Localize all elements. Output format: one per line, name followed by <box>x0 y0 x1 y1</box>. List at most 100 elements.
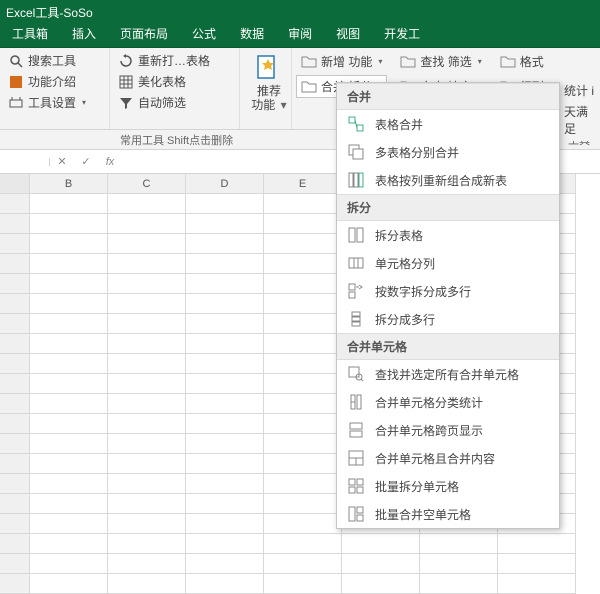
column-header[interactable]: E <box>264 174 342 194</box>
cell[interactable] <box>186 334 264 354</box>
cell[interactable] <box>108 314 186 334</box>
cell[interactable] <box>30 214 108 234</box>
cell[interactable] <box>108 574 186 594</box>
cell[interactable] <box>186 434 264 454</box>
cell[interactable] <box>30 534 108 554</box>
cell[interactable] <box>186 214 264 234</box>
cell[interactable] <box>108 514 186 534</box>
cell[interactable] <box>186 254 264 274</box>
row-header[interactable] <box>0 274 30 294</box>
find-filter-button[interactable]: 查找 筛选 ▾ <box>395 50 486 73</box>
cell[interactable] <box>30 554 108 574</box>
cell[interactable] <box>264 454 342 474</box>
tab-pagelayout[interactable]: 页面布局 <box>108 21 180 47</box>
cell[interactable] <box>186 414 264 434</box>
cell[interactable] <box>30 494 108 514</box>
tab-view[interactable]: 视图 <box>324 21 372 47</box>
select-all-corner[interactable] <box>0 174 30 194</box>
cell[interactable] <box>186 474 264 494</box>
cell[interactable] <box>108 394 186 414</box>
cell[interactable] <box>108 414 186 434</box>
cell[interactable] <box>108 434 186 454</box>
format-button[interactable]: 格式 <box>495 50 549 73</box>
reopen-table[interactable]: 重新打…表格 <box>116 50 233 71</box>
cell[interactable] <box>108 494 186 514</box>
cell[interactable] <box>186 514 264 534</box>
cell[interactable] <box>264 554 342 574</box>
menu-split-by-number[interactable]: 按数字拆分成多行 <box>337 277 559 305</box>
row-header[interactable] <box>0 394 30 414</box>
cell[interactable] <box>30 474 108 494</box>
cell[interactable] <box>108 454 186 474</box>
cell[interactable] <box>342 574 420 594</box>
cell[interactable] <box>108 214 186 234</box>
cell[interactable] <box>108 254 186 274</box>
cell[interactable] <box>264 474 342 494</box>
menu-recombine-columns[interactable]: 表格按列重新组合成新表 <box>337 166 559 194</box>
fx-button[interactable]: fx <box>98 156 122 168</box>
menu-batch-split[interactable]: 批量拆分单元格 <box>337 472 559 500</box>
row-header[interactable] <box>0 314 30 334</box>
auto-filter[interactable]: 自动筛选 <box>116 92 233 113</box>
row-header[interactable] <box>0 294 30 314</box>
menu-find-merged[interactable]: 查找并选定所有合并单元格 <box>337 360 559 388</box>
new-feature-button[interactable]: 新增 功能 ▾ <box>296 50 387 73</box>
cell[interactable] <box>186 294 264 314</box>
menu-batch-merge-empty[interactable]: 批量合并空单元格 <box>337 500 559 528</box>
cell[interactable] <box>498 534 576 554</box>
cell[interactable] <box>420 574 498 594</box>
tab-data[interactable]: 数据 <box>228 21 276 47</box>
cell[interactable] <box>264 534 342 554</box>
cell[interactable] <box>108 374 186 394</box>
column-header[interactable]: B <box>30 174 108 194</box>
cell[interactable] <box>30 454 108 474</box>
cancel-formula-button[interactable]: ✕ <box>50 155 74 168</box>
cell[interactable] <box>186 554 264 574</box>
cell[interactable] <box>186 454 264 474</box>
cell[interactable] <box>264 254 342 274</box>
menu-table-merge[interactable]: 表格合并 <box>337 110 559 138</box>
cell[interactable] <box>264 334 342 354</box>
row-header[interactable] <box>0 234 30 254</box>
cell[interactable] <box>498 574 576 594</box>
row-header[interactable] <box>0 574 30 594</box>
row-header[interactable] <box>0 454 30 474</box>
cell[interactable] <box>108 294 186 314</box>
row-header[interactable] <box>0 414 30 434</box>
cell[interactable] <box>186 314 264 334</box>
tab-insert[interactable]: 插入 <box>60 21 108 47</box>
menu-merge-with-content[interactable]: 合并单元格且合并内容 <box>337 444 559 472</box>
cell[interactable] <box>30 294 108 314</box>
row-header[interactable] <box>0 374 30 394</box>
cell[interactable] <box>108 274 186 294</box>
row-header[interactable] <box>0 194 30 214</box>
cell[interactable] <box>264 354 342 374</box>
cell[interactable] <box>108 554 186 574</box>
row-header[interactable] <box>0 354 30 374</box>
cell[interactable] <box>264 214 342 234</box>
cell[interactable] <box>108 194 186 214</box>
row-header[interactable] <box>0 514 30 534</box>
cell[interactable] <box>30 374 108 394</box>
cell[interactable] <box>264 314 342 334</box>
cell[interactable] <box>30 434 108 454</box>
menu-split-rows[interactable]: 拆分成多行 <box>337 305 559 333</box>
cell[interactable] <box>108 234 186 254</box>
cell[interactable] <box>30 234 108 254</box>
row-header[interactable] <box>0 434 30 454</box>
cell[interactable] <box>342 554 420 574</box>
cell[interactable] <box>30 254 108 274</box>
tool-settings[interactable]: 工具设置 ▾ <box>6 92 103 113</box>
column-header[interactable]: D <box>186 174 264 194</box>
cell[interactable] <box>30 314 108 334</box>
cell[interactable] <box>186 194 264 214</box>
tab-review[interactable]: 审阅 <box>276 21 324 47</box>
row-header[interactable] <box>0 334 30 354</box>
recommend-features-button[interactable]: 推荐 功能 ▾ <box>246 50 292 112</box>
cell[interactable] <box>264 274 342 294</box>
cell[interactable] <box>108 534 186 554</box>
cell[interactable] <box>342 534 420 554</box>
row-header[interactable] <box>0 534 30 554</box>
menu-merged-across-pages[interactable]: 合并单元格跨页显示 <box>337 416 559 444</box>
cell[interactable] <box>186 534 264 554</box>
